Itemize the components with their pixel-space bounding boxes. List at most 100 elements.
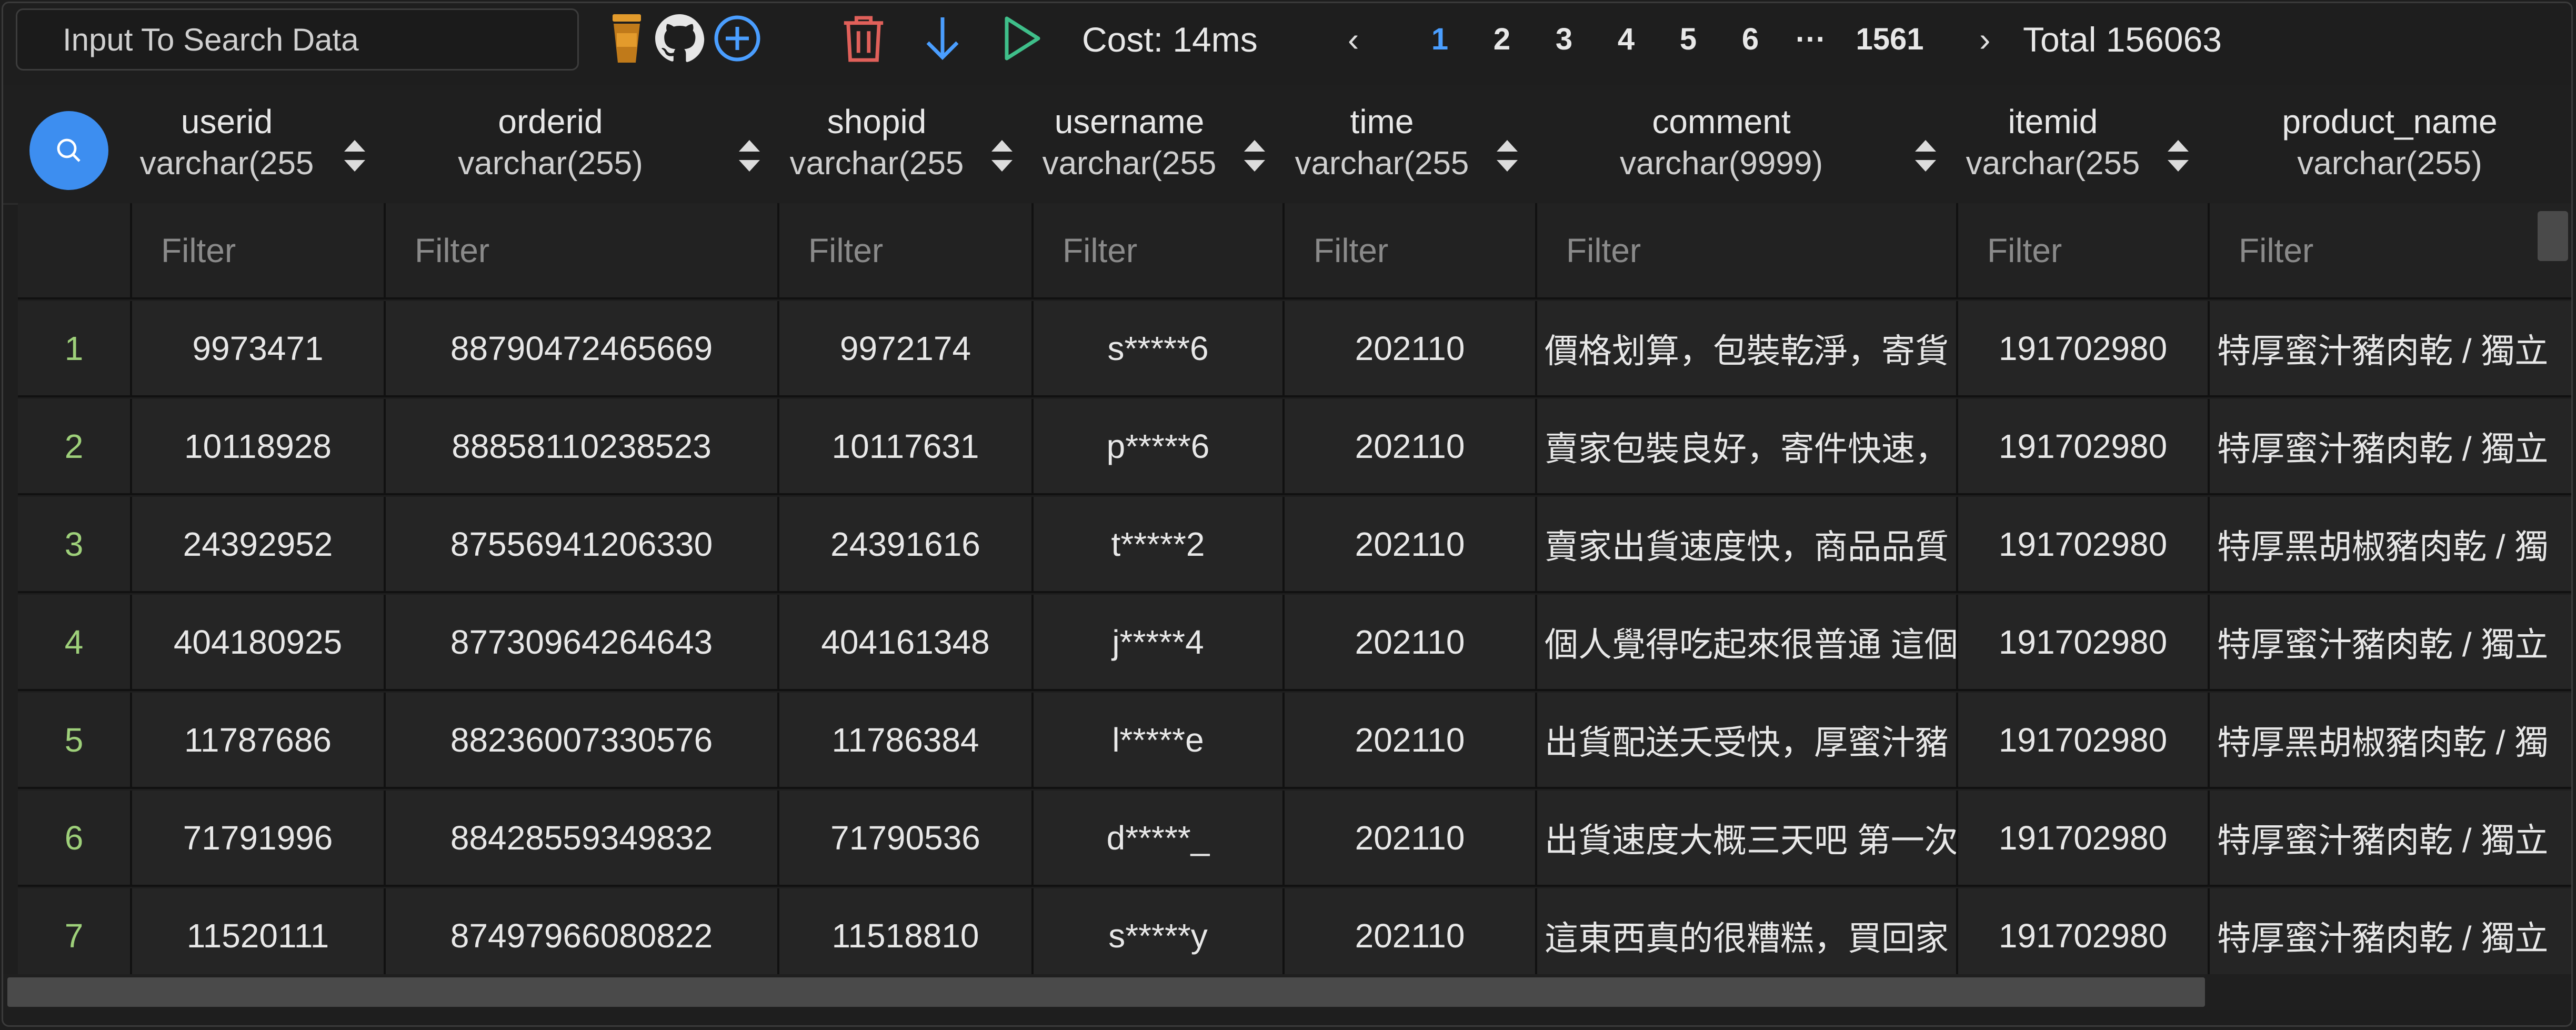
cell-shopid[interactable]: 404161348 — [779, 595, 1034, 691]
cell-userid[interactable]: 71791996 — [132, 791, 386, 887]
github-icon[interactable] — [650, 9, 708, 67]
cell-product-name[interactable]: 特厚蜜汁豬肉乾 / 獨立 — [2210, 791, 2571, 887]
cell-time[interactable]: 202110 — [1285, 497, 1537, 593]
cell-shopid[interactable]: 11786384 — [779, 693, 1034, 789]
row-index[interactable]: 1 — [18, 301, 132, 397]
cell-comment[interactable]: 這東西真的很糟糕，買回家 — [1537, 888, 1958, 985]
cell-itemid[interactable]: 191702980 — [1958, 595, 2210, 691]
table-row[interactable]: 3 24392952 87556941206330 24391616 t*****2 20… — [3, 497, 2571, 593]
column-header-orderid[interactable]: orderid varchar(255) — [387, 101, 714, 190]
cell-username[interactable]: j*****4 — [1034, 595, 1285, 691]
download-icon[interactable] — [914, 9, 971, 67]
column-header-userid[interactable]: userid varchar(255 — [127, 101, 327, 190]
sort-icon[interactable] — [987, 135, 1017, 177]
cell-shopid[interactable]: 9972174 — [779, 301, 1034, 397]
filter-input-username[interactable]: Filter — [1034, 203, 1285, 299]
cell-time[interactable]: 202110 — [1285, 888, 1537, 985]
cell-orderid[interactable]: 88858110238523 — [386, 399, 779, 495]
cell-product-name[interactable]: 特厚蜜汁豬肉乾 / 獨立 — [2210, 301, 2571, 397]
cell-orderid[interactable]: 87556941206330 — [386, 497, 779, 593]
cell-orderid[interactable]: 87497966080822 — [386, 888, 779, 985]
table-row[interactable]: 7 11520111 87497966080822 11518810 s*****y 20… — [3, 888, 2571, 985]
cell-shopid[interactable]: 71790536 — [779, 791, 1034, 887]
column-header-username[interactable]: username varchar(255 — [1032, 101, 1227, 190]
cell-comment[interactable]: 賣家包裝良好，寄件快速， — [1537, 399, 1958, 495]
cell-orderid[interactable]: 88428559349832 — [386, 791, 779, 887]
cell-userid[interactable]: 24392952 — [132, 497, 386, 593]
search-input[interactable] — [62, 21, 577, 58]
cell-username[interactable]: d*****_ — [1034, 791, 1285, 887]
table-row[interactable]: 2 10118928 88858110238523 10117631 p*****6 20… — [3, 399, 2571, 495]
add-icon[interactable] — [708, 9, 766, 67]
cell-itemid[interactable]: 191702980 — [1958, 497, 2210, 593]
search-box[interactable] — [16, 8, 579, 71]
cell-userid[interactable]: 9973471 — [132, 301, 386, 397]
cell-time[interactable]: 202110 — [1285, 693, 1537, 789]
cell-userid[interactable]: 10118928 — [132, 399, 386, 495]
cell-orderid[interactable]: 88236007330576 — [386, 693, 779, 789]
cell-product-name[interactable]: 特厚黑胡椒豬肉乾 / 獨 — [2210, 693, 2571, 789]
cell-time[interactable]: 202110 — [1285, 399, 1537, 495]
cell-shopid[interactable]: 10117631 — [779, 399, 1034, 495]
table-row[interactable]: 4 404180925 87730964264643 404161348 j*****4… — [3, 595, 2571, 691]
row-index[interactable]: 2 — [18, 399, 132, 495]
page-ellipsis[interactable]: ··· — [1792, 16, 1829, 63]
filter-input-itemid[interactable]: Filter — [1958, 203, 2210, 299]
vertical-scrollbar[interactable] — [2538, 211, 2568, 261]
filter-input-comment[interactable]: Filter — [1537, 203, 1958, 299]
cell-time[interactable]: 202110 — [1285, 595, 1537, 691]
cell-orderid[interactable]: 87730964264643 — [386, 595, 779, 691]
run-icon[interactable] — [993, 9, 1050, 67]
cell-time[interactable]: 202110 — [1285, 301, 1537, 397]
cell-time[interactable]: 202110 — [1285, 791, 1537, 887]
cell-itemid[interactable]: 191702980 — [1958, 399, 2210, 495]
row-index[interactable]: 3 — [18, 497, 132, 593]
cell-userid[interactable]: 11787686 — [132, 693, 386, 789]
page-2[interactable]: 2 — [1486, 16, 1518, 63]
row-index[interactable]: 6 — [18, 791, 132, 887]
sort-icon[interactable] — [340, 135, 369, 177]
page-3[interactable]: 3 — [1548, 16, 1580, 63]
sort-icon[interactable] — [735, 135, 764, 177]
cell-product-name[interactable]: 特厚蜜汁豬肉乾 / 獨立 — [2210, 595, 2571, 691]
trash-icon[interactable] — [835, 9, 893, 67]
column-header-time[interactable]: time varchar(255 — [1285, 101, 1479, 190]
row-index[interactable]: 5 — [18, 693, 132, 789]
cell-userid[interactable]: 404180925 — [132, 595, 386, 691]
cell-itemid[interactable]: 191702980 — [1958, 791, 2210, 887]
filter-input-product-name[interactable]: Filter — [2210, 203, 2571, 299]
filter-input-time[interactable]: Filter — [1285, 203, 1537, 299]
cell-username[interactable]: l*****e — [1034, 693, 1285, 789]
column-header-shopid[interactable]: shopid varchar(255 — [779, 101, 974, 190]
page-last[interactable]: 1561 — [1848, 16, 1932, 63]
cell-username[interactable]: s*****y — [1034, 888, 1285, 985]
cell-itemid[interactable]: 191702980 — [1958, 301, 2210, 397]
cell-orderid[interactable]: 88790472465669 — [386, 301, 779, 397]
cell-username[interactable]: t*****2 — [1034, 497, 1285, 593]
column-header-comment[interactable]: comment varchar(9999) — [1537, 101, 1906, 190]
page-1[interactable]: 1 — [1424, 16, 1456, 63]
cell-product-name[interactable]: 特厚黑胡椒豬肉乾 / 獨 — [2210, 497, 2571, 593]
sort-icon[interactable] — [1911, 135, 1940, 177]
filter-input-shopid[interactable]: Filter — [779, 203, 1034, 299]
cell-userid[interactable]: 11520111 — [132, 888, 386, 985]
table-row[interactable]: 1 9973471 88790472465669 9972174 s*****6 2021… — [3, 301, 2571, 397]
cell-itemid[interactable]: 191702980 — [1958, 888, 2210, 985]
cell-shopid[interactable]: 11518810 — [779, 888, 1034, 985]
column-header-product-name[interactable]: product_name varchar(255) — [2208, 101, 2571, 190]
sort-icon[interactable] — [1492, 135, 1522, 177]
column-header-itemid[interactable]: itemid varchar(255 — [1956, 101, 2150, 190]
row-index[interactable]: 7 — [18, 888, 132, 985]
cell-comment[interactable]: 出貨配送夭受快，厚蜜汁豬 — [1537, 693, 1958, 789]
filter-input-userid[interactable]: Filter — [132, 203, 386, 299]
filter-input-orderid[interactable]: Filter — [386, 203, 779, 299]
page-5[interactable]: 5 — [1672, 16, 1704, 63]
cell-comment[interactable]: 個人覺得吃起來很普通 這個 — [1537, 595, 1958, 691]
cell-comment[interactable]: 賣家出貨速度快，商品品質 — [1537, 497, 1958, 593]
cell-product-name[interactable]: 特厚蜜汁豬肉乾 / 獨立 — [2210, 888, 2571, 985]
sort-icon[interactable] — [2163, 135, 2193, 177]
cell-product-name[interactable]: 特厚蜜汁豬肉乾 / 獨立 — [2210, 399, 2571, 495]
horizontal-scrollbar[interactable] — [7, 977, 2205, 1007]
cup-icon[interactable] — [598, 9, 656, 67]
row-index[interactable]: 4 — [18, 595, 132, 691]
